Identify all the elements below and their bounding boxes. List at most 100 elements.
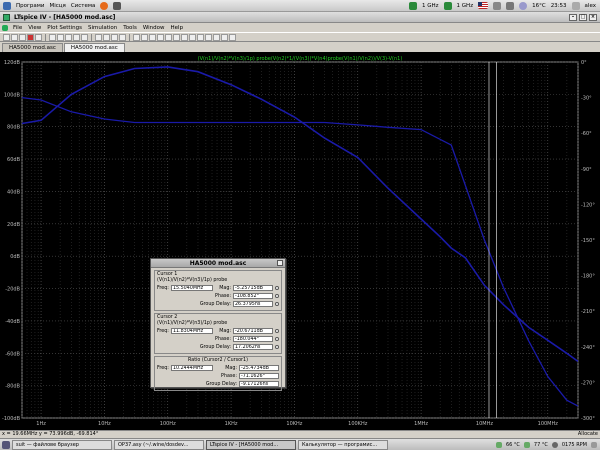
taskbar: suit — файлове браузер OP37.asy (~/.wine… (0, 438, 600, 450)
system-tray: 66 °C 77 °C 0175 RPM (495, 441, 600, 448)
waveform-plot-pane[interactable]: 120dB 100dB 80dB 60dB 40dB 20dB 0dB -20dB -40dB -… (0, 52, 600, 430)
show-desktop-icon[interactable] (2, 440, 10, 449)
window-title: LTspice IV - [HA5000 mod.asc] (14, 13, 116, 21)
cursor2-phase-field[interactable]: -180.044° (233, 335, 273, 343)
autorange-icon[interactable] (81, 33, 88, 41)
tab-schematic[interactable]: HA5000 mod.asc (2, 43, 63, 52)
cascade-icon[interactable] (111, 33, 118, 41)
cursor2-mag-radio[interactable] (275, 329, 279, 333)
cursor-dialog-close-button[interactable] (277, 260, 283, 266)
menu-plot-settings[interactable]: Plot Settings (44, 25, 85, 31)
window-titlebar[interactable]: LTspice IV - [HA5000 mod.asc] – □ × (0, 12, 600, 23)
open-file-icon[interactable] (3, 33, 10, 41)
cursor2-mag-field[interactable]: -20.6711dB (233, 327, 273, 335)
document-icon[interactable] (2, 24, 8, 31)
ratio-mag-field[interactable]: -25.4734dB (239, 364, 279, 372)
task-calculator[interactable]: Калькулятор — програмис... (298, 439, 388, 450)
y-left-tick-label: -60dB (5, 351, 20, 357)
inductor-icon[interactable] (149, 33, 156, 41)
terminal-icon[interactable] (113, 1, 122, 10)
task-ltspice[interactable]: LTspice IV - [HA5000 mod... (206, 439, 296, 450)
menu-simulation[interactable]: Simulation (85, 25, 120, 31)
clock[interactable]: 23:53 (551, 3, 567, 9)
ratio-freq-field[interactable]: 10.2444MHz (171, 364, 213, 372)
ratio-phase-field[interactable]: -71.1626° (239, 372, 279, 380)
save-icon[interactable] (11, 33, 18, 41)
cursor1-group-delay-field[interactable]: 26.3795ns (233, 300, 273, 308)
maximize-button[interactable]: □ (579, 14, 587, 21)
close-button[interactable]: × (589, 14, 597, 21)
cursor2-freq-field[interactable]: 11.8304MHz (171, 327, 213, 335)
menu-help[interactable]: Help (168, 25, 187, 31)
spice-directive-icon[interactable] (229, 33, 236, 41)
cursor2-phase-radio[interactable] (275, 337, 279, 341)
menu-places[interactable]: Місця (49, 3, 65, 9)
tile-horizontal-icon[interactable] (103, 33, 110, 41)
trash-icon[interactable] (591, 441, 597, 448)
user-name[interactable]: alex (585, 3, 596, 9)
cursor1-phase-field[interactable]: -108.852° (233, 292, 273, 300)
menu-view[interactable]: View (25, 25, 44, 31)
bode-plot-svg[interactable]: 120dB 100dB 80dB 60dB 40dB 20dB 0dB -20dB -40dB -… (0, 52, 600, 430)
cursor2-group-delay-radio[interactable] (275, 345, 279, 349)
zoom-out-icon[interactable] (65, 33, 72, 41)
y-left-tick-label: 120dB (4, 60, 21, 66)
menu-window[interactable]: Window (140, 25, 168, 31)
task-file-browser[interactable]: suit — файлове браузер (12, 439, 112, 450)
x-tick-label: 1Hz (36, 421, 46, 427)
menu-file[interactable]: File (10, 25, 25, 31)
toolbar-separator (129, 33, 130, 41)
cursor1-phase-radio[interactable] (275, 294, 279, 298)
rotate-icon[interactable] (205, 33, 212, 41)
gnome-foot-icon[interactable] (3, 1, 11, 10)
mirror-icon[interactable] (213, 33, 220, 41)
component-icon[interactable] (165, 33, 172, 41)
toolbar-separator (91, 33, 92, 41)
y-left-tick-label: 80dB (7, 125, 21, 131)
fan-icon (551, 441, 558, 448)
ratio-group-delay-field[interactable]: -9.17126ns (239, 380, 279, 388)
cursor1-group-delay-radio[interactable] (275, 302, 279, 306)
run-icon[interactable] (27, 33, 34, 41)
network-icon[interactable] (493, 1, 502, 10)
ratio-group: Ratio (Cursor2 / Cursor1) Freq: 10.2444M… (154, 356, 282, 391)
text-icon[interactable] (221, 33, 228, 41)
cursor2-group-delay-label: Group Delay: (199, 344, 231, 350)
volume-icon[interactable] (506, 1, 515, 10)
cursor1-freq-field[interactable]: 15.5040MHz (171, 284, 213, 292)
task-wine-editor[interactable]: OP37.asy (~/.wine/dosdev... (114, 439, 204, 450)
diode-icon[interactable] (157, 33, 164, 41)
cursor-dialog-titlebar[interactable]: HA5000 mod.asc (151, 259, 285, 268)
cursor1-mag-field[interactable]: -5.25715dB (233, 284, 273, 292)
capacitor-icon[interactable] (141, 33, 148, 41)
tab-waveform[interactable]: HA5000 mod.asc (63, 43, 125, 52)
undo-icon[interactable] (189, 33, 196, 41)
toolbar (0, 32, 600, 42)
minimize-button[interactable]: – (569, 14, 577, 21)
menu-system[interactable]: Система (71, 3, 96, 9)
pan-icon[interactable] (57, 33, 64, 41)
y-right-tick-label: -60° (581, 131, 592, 137)
drag-icon[interactable] (181, 33, 188, 41)
y-left-tick-label: 60dB (7, 157, 21, 163)
redo-icon[interactable] (197, 33, 204, 41)
cursor-position-readout: x = 19.66MHz y = 73.996dB, -69.814° (2, 431, 99, 437)
move-icon[interactable] (173, 33, 180, 41)
zoom-in-icon[interactable] (49, 33, 56, 41)
close-window-icon[interactable] (119, 33, 126, 41)
zoom-fit-icon[interactable] (73, 33, 80, 41)
cursor1-mag-radio[interactable] (275, 286, 279, 290)
menu-tools[interactable]: Tools (120, 25, 140, 31)
cursor1-mag-label: Mag: (219, 285, 231, 291)
menu-programs[interactable]: Програми (16, 3, 44, 9)
control-panel-icon[interactable] (19, 33, 26, 41)
cursor2-group-delay-field[interactable]: 17.2062ns (233, 343, 273, 351)
cursor-readout-dialog[interactable]: HA5000 mod.asc Cursor 1 (V(n1)/V(n2)*V(n… (150, 258, 286, 391)
keyboard-layout-flag-icon[interactable] (478, 2, 489, 9)
halt-icon[interactable] (35, 33, 42, 41)
resistor-icon[interactable] (133, 33, 140, 41)
firefox-icon[interactable] (100, 1, 109, 10)
cpu-freq-icon (409, 1, 417, 10)
temperature-sensor-icon (523, 441, 530, 448)
tile-vertical-icon[interactable] (95, 33, 102, 41)
